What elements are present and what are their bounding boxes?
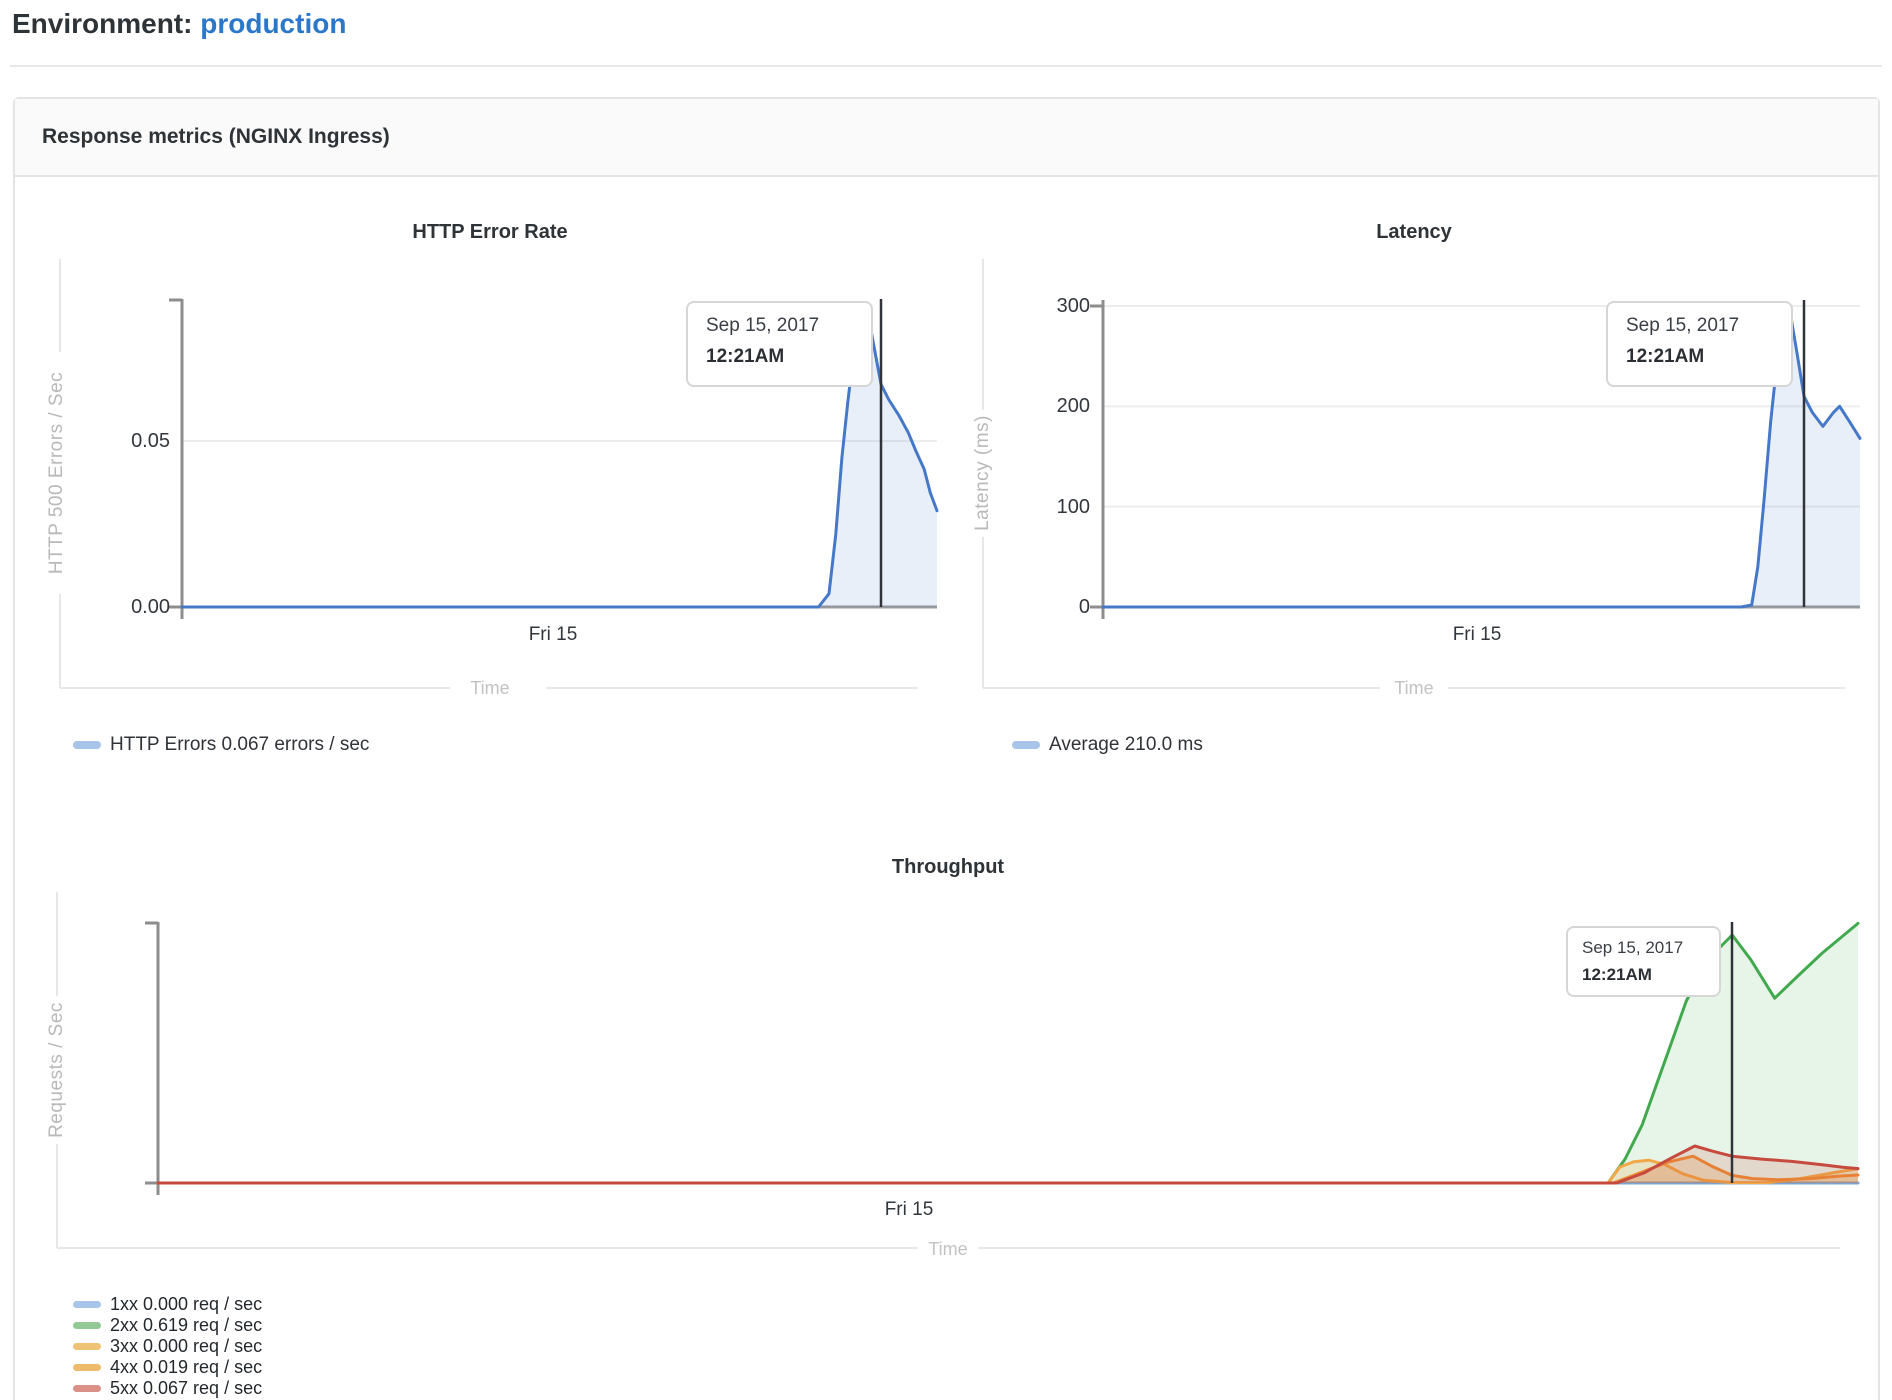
error-rate-y-axis-label: HTTP 500 Errors / Sec	[45, 303, 69, 643]
legend-label: 4xx 0.019 req / sec	[110, 1357, 262, 1378]
legend-label: 2xx 0.619 req / sec	[110, 1315, 262, 1336]
error-rate-x-tick: Fri 15	[453, 624, 653, 646]
metrics-page: Environment: production Response metrics…	[0, 0, 1892, 1400]
error_rate-y-tick-label: 0.00	[80, 594, 170, 620]
error-rate-x-axis-label: Time	[390, 678, 590, 699]
throughput-x-axis-label: Time	[848, 1239, 1048, 1260]
legend-swatch	[73, 1301, 101, 1308]
latency-y-tick-label: 200	[1000, 393, 1090, 419]
divider	[10, 65, 1882, 67]
latency-legend: Average 210.0 ms	[1012, 734, 1203, 756]
throughput-chart-title: Throughput	[748, 856, 1148, 879]
throughput-y-axis-label: Requests / Sec	[45, 900, 69, 1240]
legend-swatch	[1012, 741, 1040, 749]
throughput-legend: 1xx 0.000 req / sec2xx 0.619 req / sec3x…	[73, 1294, 262, 1399]
latency-y-tick-label: 300	[1000, 293, 1090, 319]
legend-item-2xx: 2xx 0.619 req / sec	[73, 1315, 262, 1336]
legend-swatch	[73, 741, 101, 749]
legend-swatch	[73, 1343, 101, 1350]
legend-item-3xx: 3xx 0.000 req / sec	[73, 1336, 262, 1357]
legend-item-4xx: 4xx 0.019 req / sec	[73, 1357, 262, 1378]
panel-title: Response metrics (NGINX Ingress)	[42, 125, 390, 149]
legend-label: 5xx 0.067 req / sec	[110, 1378, 262, 1399]
legend-item-1xx: 1xx 0.000 req / sec	[73, 1294, 262, 1315]
error_rate-y-tick-label: 0.05	[80, 428, 170, 454]
panel-header: Response metrics (NGINX Ingress)	[15, 99, 1878, 177]
legend-swatch	[73, 1322, 101, 1329]
legend-label: 3xx 0.000 req / sec	[110, 1336, 262, 1357]
legend-swatch	[73, 1385, 101, 1392]
latency-y-axis-label: Latency (ms)	[971, 303, 995, 643]
latency-chart-title: Latency	[1214, 221, 1614, 244]
legend-item-5xx: 5xx 0.067 req / sec	[73, 1378, 262, 1399]
error-rate-legend: HTTP Errors 0.067 errors / sec	[73, 734, 369, 756]
error-rate-chart-title: HTTP Error Rate	[290, 221, 690, 244]
error-rate-plot-area[interactable]	[182, 299, 937, 607]
latency-plot-area[interactable]	[1103, 299, 1860, 607]
throughput-plot-area[interactable]	[158, 922, 1858, 1183]
latency-y-tick-label: 0	[1000, 594, 1090, 620]
legend-label: 1xx 0.000 req / sec	[110, 1294, 262, 1315]
environment-label: Environment:	[12, 8, 192, 39]
latency-x-axis-label: Time	[1314, 678, 1514, 699]
throughput-x-tick: Fri 15	[809, 1199, 1009, 1221]
legend-swatch	[73, 1364, 101, 1371]
latency-x-tick: Fri 15	[1377, 624, 1577, 646]
legend-label: Average 210.0 ms	[1049, 734, 1203, 756]
legend-label: HTTP Errors 0.067 errors / sec	[110, 734, 369, 756]
latency-y-tick-label: 100	[1000, 494, 1090, 520]
page-title: Environment: production	[12, 8, 346, 40]
environment-link[interactable]: production	[200, 8, 346, 39]
